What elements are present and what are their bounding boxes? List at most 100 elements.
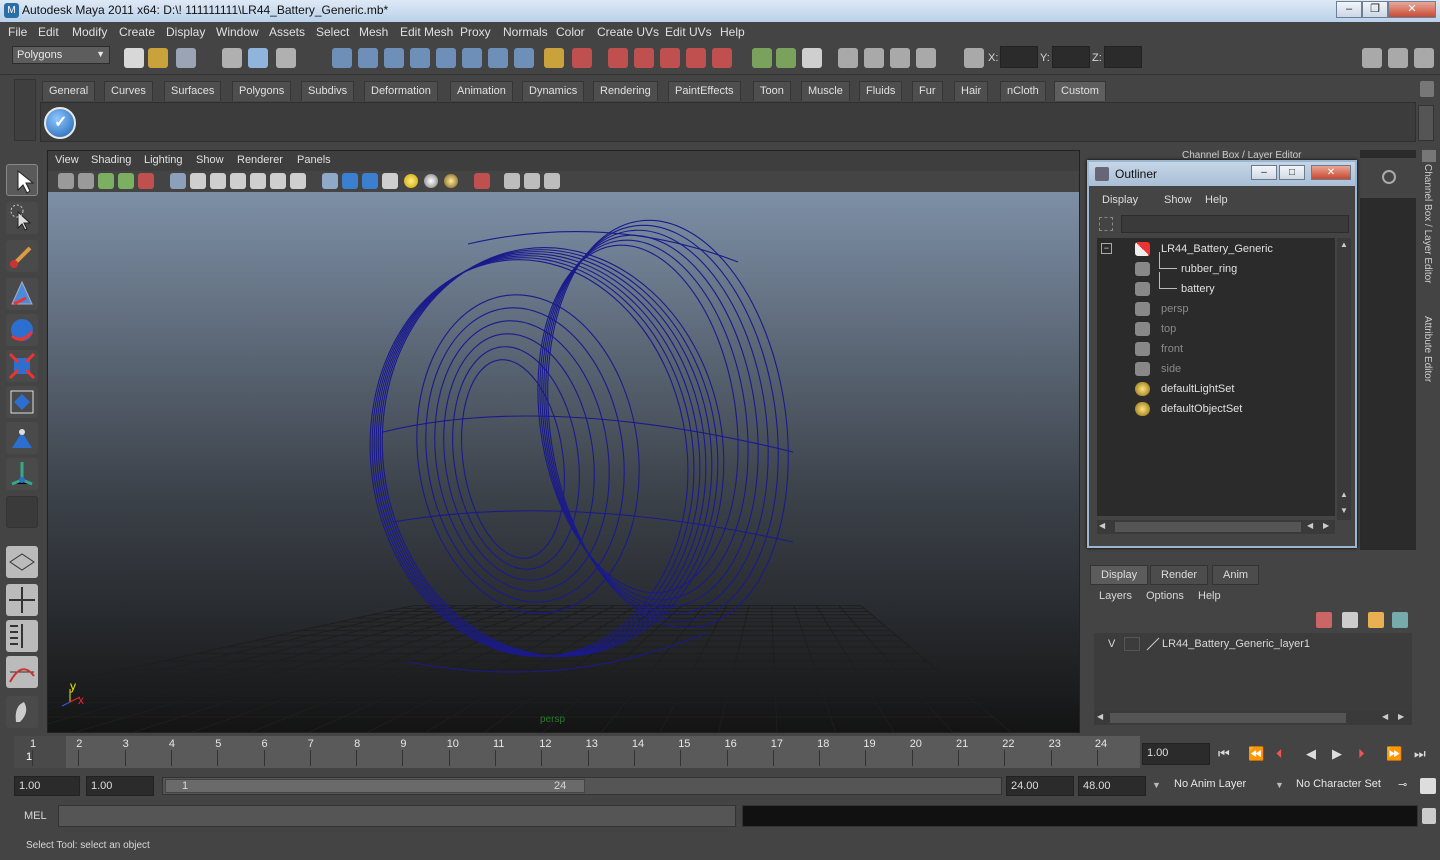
menu-edit-mesh[interactable]: Edit Mesh [400,25,453,39]
restore-button[interactable]: ❐ [1362,1,1388,18]
channel-box-icon[interactable] [1382,170,1396,184]
selection-mask-icon[interactable] [572,48,592,68]
playback-end-field[interactable]: 24.00 [1006,776,1074,796]
range-slider-track[interactable]: 1 24 [162,777,1002,795]
batch-render-icon[interactable] [916,48,936,68]
bookmarks-icon[interactable] [98,173,114,189]
menu-display[interactable]: Display [166,25,205,39]
select-tool-icon[interactable] [6,164,38,196]
range-slider-handle[interactable]: 1 24 [165,779,585,793]
close-window-button[interactable]: ✕ [1388,1,1436,18]
viewport-menu-lighting[interactable]: Lighting [144,154,183,166]
layer-menu-help[interactable]: Help [1198,590,1221,602]
scale-tool-icon[interactable] [6,350,38,382]
menu-select[interactable]: Select [316,25,349,39]
command-input[interactable] [58,805,736,827]
outliner-maximize-button[interactable]: □ [1279,165,1305,180]
viewport-menu-panels[interactable]: Panels [297,154,331,166]
scroll-up-small-icon[interactable]: ▲ [1338,490,1350,502]
viewport-menu-shading[interactable]: Shading [91,154,131,166]
single-perspective-layout-icon[interactable] [6,546,38,578]
tab-subdivs[interactable]: Subdivs [301,81,355,101]
collapse-icon[interactable]: − [1101,243,1112,254]
film-gate-icon[interactable] [190,173,206,189]
menu-window[interactable]: Window [216,25,259,39]
animation-preferences-icon[interactable] [1420,778,1436,794]
layer-tab-render[interactable]: Render [1150,565,1209,585]
soft-modification-icon[interactable] [6,422,38,454]
lasso-tool-icon[interactable] [6,202,38,234]
menu-set-dropdown[interactable]: Polygons ▼ [12,46,110,64]
anim-layer-dropdown[interactable]: No Anim Layer [1170,776,1268,796]
outliner-filter-input[interactable] [1121,215,1349,233]
menu-create-uvs[interactable]: Create UVs [597,25,659,39]
step-forward-icon[interactable]: ⏩ [1386,746,1402,762]
outliner-layout-icon[interactable] [6,620,38,652]
menu-mesh[interactable]: Mesh [359,25,388,39]
smooth-shade-icon[interactable] [342,173,358,189]
outliner-row[interactable]: defaultLightSet [1097,380,1335,398]
move-tool-icon[interactable] [6,278,38,310]
menu-edit[interactable]: Edit [38,25,59,39]
outliner-menu-display[interactable]: Display [1102,194,1138,206]
menu-edit-uvs[interactable]: Edit UVs [665,25,712,39]
scroll-thumb[interactable] [1115,522,1301,532]
tab-fur[interactable]: Fur [912,81,943,101]
grid-toggle-icon[interactable] [170,173,186,189]
go-to-end-icon[interactable]: ⏭ [1414,746,1426,762]
tab-deformation[interactable]: Deformation [364,81,438,101]
layer-tab-display[interactable]: Display [1090,565,1149,585]
input-mode-icon[interactable] [776,48,796,68]
outliner-titlebar[interactable]: Outliner – □ ✕ [1089,162,1355,186]
scroll-left-icon[interactable]: ◀ [1099,521,1105,530]
universal-manipulator-icon[interactable] [6,386,38,418]
viewport-menu-renderer[interactable]: Renderer [237,154,283,166]
layer-type-toggle[interactable] [1124,637,1140,651]
scene-3d-view[interactable]: y x persp [48,192,1079,732]
tab-channel-box-layer-editor[interactable]: Channel Box / Layer Editor [1422,164,1433,314]
tab-fluids[interactable]: Fluids [859,81,903,101]
render-view-icon[interactable] [712,48,732,68]
graph-editor-layout-icon[interactable] [6,656,38,688]
layer-scroll-left-icon[interactable]: ◀ [1097,712,1103,721]
perspective-viewport[interactable]: View Shading Lighting Show Renderer Pane… [47,150,1080,733]
snap-grid-icon[interactable] [332,48,352,68]
save-scene-icon[interactable] [176,48,196,68]
tab-dynamics[interactable]: Dynamics [522,81,585,101]
outliner-row[interactable]: rubber_ring [1097,252,1335,278]
construction-icon[interactable] [488,48,508,68]
select-hierarchy-icon[interactable] [222,48,242,68]
history-icon[interactable] [462,48,482,68]
script-editor-icon[interactable] [1422,808,1436,824]
safe-action-icon[interactable] [270,173,286,189]
show-attribute-editor-icon[interactable] [1362,48,1382,68]
outliner-row[interactable]: side [1097,360,1335,378]
transform-mode-icon[interactable] [964,48,984,68]
select-camera-icon[interactable] [58,173,74,189]
layer-star-icon[interactable] [1392,612,1408,628]
show-channel-box-icon[interactable] [1414,48,1434,68]
filter-icon[interactable] [1099,217,1113,231]
outliner-window[interactable]: Outliner – □ ✕ Display Show Help − LR44_B… [1087,160,1357,548]
snap-surface-icon[interactable] [436,48,456,68]
scroll-right-icon[interactable]: ▶ [1323,521,1329,530]
layer-horizontal-scrollbar[interactable]: ◀ ◀ ▶ [1094,711,1412,725]
snap-point-icon[interactable] [384,48,404,68]
create-layer-from-selected-icon[interactable] [1368,612,1384,628]
tab-custom[interactable]: Custom [1054,81,1106,101]
layer-visibility-toggle[interactable]: V [1108,638,1115,650]
move-layer-icon[interactable] [1316,612,1332,628]
all-lights-icon[interactable] [424,174,438,188]
shadows-icon[interactable] [444,174,458,188]
outliner-row[interactable]: persp [1097,300,1335,318]
help-question-icon[interactable] [514,48,534,68]
animation-end-field[interactable]: 48.00 [1078,776,1146,796]
tab-rendering[interactable]: Rendering [593,81,658,101]
camera-attributes-icon[interactable] [78,173,94,189]
layer-menu-options[interactable]: Options [1146,590,1184,602]
shelf-scroll-arrows[interactable] [1418,105,1434,141]
outliner-row[interactable]: top [1097,320,1335,338]
viewport-menu-show[interactable]: Show [196,154,224,166]
outliner-minimize-button[interactable]: – [1251,165,1277,180]
outliner-horizontal-scrollbar[interactable]: ◀ ◀ ▶ [1097,520,1335,534]
